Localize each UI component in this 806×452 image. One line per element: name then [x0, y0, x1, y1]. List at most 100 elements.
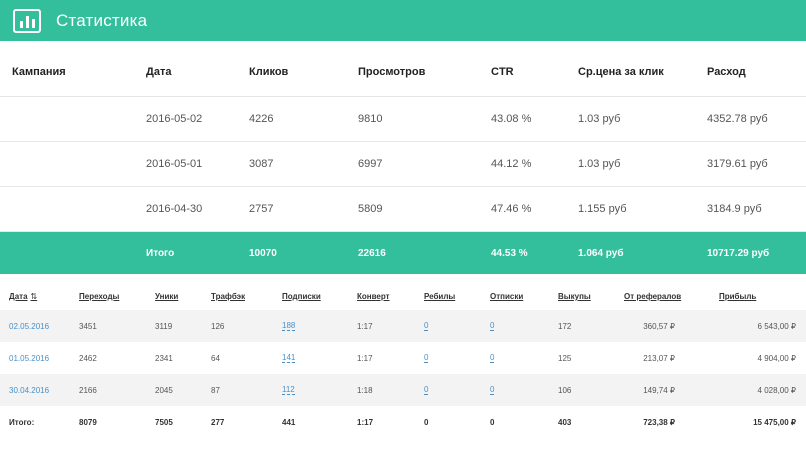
cell-avg-cpc: 1.155 руб [578, 203, 627, 215]
detail-table-header: Дата ⇅ Переходы Уники Трафбэк Подписки Ко… [0, 276, 806, 310]
total-clicks: 10070 [249, 247, 277, 259]
cell-avg-cpc: 1.03 руб [578, 113, 621, 125]
total-views: 22616 [358, 247, 386, 259]
total-profit: 15 475,00 ₽ [753, 417, 796, 427]
rebills-link[interactable]: 0 [424, 353, 429, 363]
subscriptions-link[interactable]: 188 [282, 321, 296, 331]
date-link[interactable]: 30.04.2016 [9, 386, 49, 395]
column-header-subscriptions[interactable]: Подписки [282, 276, 321, 310]
column-header-avg-cpc[interactable]: Ср.цена за клик [578, 41, 664, 96]
cell-referrals: 360,57 ₽ [643, 321, 675, 331]
cell-visits: 3451 [79, 321, 97, 331]
column-header-date-label: Дата [9, 292, 28, 301]
date-link[interactable]: 02.05.2016 [9, 322, 49, 331]
total-referrals: 723,38 ₽ [643, 417, 675, 427]
total-label: Итого: [9, 417, 35, 427]
column-header-referrals[interactable]: От рефералов [624, 276, 681, 310]
cell-date: 2016-05-01 [146, 158, 203, 170]
rebills-link[interactable]: 0 [424, 321, 429, 331]
column-header-unsubscribes[interactable]: Отписки [490, 276, 523, 310]
cell-conversion: 1:17 [357, 353, 373, 363]
cell-avg-cpc: 1.03 руб [578, 158, 621, 170]
total-visits: 8079 [79, 417, 97, 427]
cell-buyouts: 172 [558, 321, 572, 331]
column-header-views[interactable]: Просмотров [358, 41, 425, 96]
cell-date: 2016-04-30 [146, 203, 203, 215]
cell-profit: 6 543,00 ₽ [757, 321, 796, 331]
cell-uniques: 2045 [155, 385, 173, 395]
cell-date: 2016-05-02 [146, 113, 203, 125]
bar-chart-icon [13, 8, 41, 33]
cell-visits: 2166 [79, 385, 97, 395]
cell-conversion: 1:18 [357, 385, 373, 395]
unsubscribes-link[interactable]: 0 [490, 353, 495, 363]
cell-ctr: 47.46 % [491, 203, 532, 215]
summary-table: Кампания Дата Кликов Просмотров CTR Ср.ц… [0, 41, 806, 274]
total-conversion: 1:17 [357, 417, 374, 427]
rebills-link[interactable]: 0 [424, 385, 429, 395]
cell-ctr: 44.12 % [491, 158, 532, 170]
cell-ctr: 43.08 % [491, 113, 532, 125]
table-row: 02.05.2016 3451 3119 126 188 1:17 0 0 17… [0, 310, 806, 342]
sort-icon[interactable]: ⇅ [31, 292, 38, 301]
page-title: Статистика [56, 10, 148, 30]
subscriptions-link[interactable]: 112 [282, 385, 295, 395]
column-header-conversion[interactable]: Конверт [357, 276, 390, 310]
cell-clicks: 3087 [249, 158, 274, 170]
cell-spend: 3179.61 руб [707, 158, 768, 170]
cell-clicks: 4226 [249, 113, 274, 125]
total-label: Итого [146, 247, 175, 259]
table-row: 2016-05-01 3087 6997 44.12 % 1.03 руб 31… [0, 142, 806, 187]
header-bar: Статистика [0, 0, 806, 41]
cell-visits: 2462 [79, 353, 97, 363]
table-row: 2016-04-30 2757 5809 47.46 % 1.155 руб 3… [0, 187, 806, 232]
cell-trafficback: 126 [211, 321, 225, 331]
cell-buyouts: 106 [558, 385, 572, 395]
cell-trafficback: 87 [211, 385, 220, 395]
total-trafficback: 277 [211, 417, 225, 427]
total-buyouts: 403 [558, 417, 572, 427]
summary-table-header: Кампания Дата Кликов Просмотров CTR Ср.ц… [0, 41, 806, 97]
column-header-ctr[interactable]: CTR [491, 41, 514, 96]
cell-referrals: 149,74 ₽ [643, 385, 675, 395]
column-header-visits[interactable]: Переходы [79, 276, 119, 310]
table-row: 01.05.2016 2462 2341 64 141 1:17 0 0 125… [0, 342, 806, 374]
cell-trafficback: 64 [211, 353, 220, 363]
column-header-profit[interactable]: Прибыль [719, 276, 756, 310]
table-row: 2016-05-02 4226 9810 43.08 % 1.03 руб 43… [0, 97, 806, 142]
total-rebills: 0 [424, 417, 429, 427]
subscriptions-link[interactable]: 141 [282, 353, 296, 363]
table-row: 30.04.2016 2166 2045 87 112 1:18 0 0 106… [0, 374, 806, 406]
column-header-uniques[interactable]: Уники [155, 276, 178, 310]
total-uniques: 7505 [155, 417, 173, 427]
detail-table: Дата ⇅ Переходы Уники Трафбэк Подписки Ко… [0, 276, 806, 438]
column-header-date[interactable]: Дата [146, 41, 171, 96]
cell-conversion: 1:17 [357, 321, 373, 331]
column-header-clicks[interactable]: Кликов [249, 41, 288, 96]
column-header-rebills[interactable]: Ребилы [424, 276, 455, 310]
cell-spend: 4352.78 руб [707, 113, 768, 125]
cell-uniques: 3119 [155, 321, 173, 331]
summary-total-row: Итого 10070 22616 44.53 % 1.064 руб 1071… [0, 232, 806, 274]
cell-buyouts: 125 [558, 353, 572, 363]
total-avg-cpc: 1.064 руб [578, 247, 624, 259]
column-header-date[interactable]: Дата ⇅ [9, 276, 37, 310]
total-subscriptions: 441 [282, 417, 296, 427]
cell-profit: 4 904,00 ₽ [757, 353, 796, 363]
cell-views: 9810 [358, 113, 383, 125]
total-spend: 10717.29 руб [707, 247, 770, 259]
cell-profit: 4 028,00 ₽ [757, 385, 796, 395]
cell-spend: 3184.9 руб [707, 203, 762, 215]
detail-total-row: Итого: 8079 7505 277 441 1:17 0 0 403 72… [0, 406, 806, 438]
total-unsubscribes: 0 [490, 417, 495, 427]
cell-referrals: 213,07 ₽ [643, 353, 675, 363]
column-header-campaign[interactable]: Кампания [12, 41, 66, 96]
unsubscribes-link[interactable]: 0 [490, 385, 495, 395]
column-header-trafficback[interactable]: Трафбэк [211, 276, 245, 310]
date-link[interactable]: 01.05.2016 [9, 354, 49, 363]
column-header-buyouts[interactable]: Выкупы [558, 276, 591, 310]
cell-views: 5809 [358, 203, 383, 215]
unsubscribes-link[interactable]: 0 [490, 321, 495, 331]
cell-views: 6997 [358, 158, 383, 170]
column-header-spend[interactable]: Расход [707, 41, 746, 96]
